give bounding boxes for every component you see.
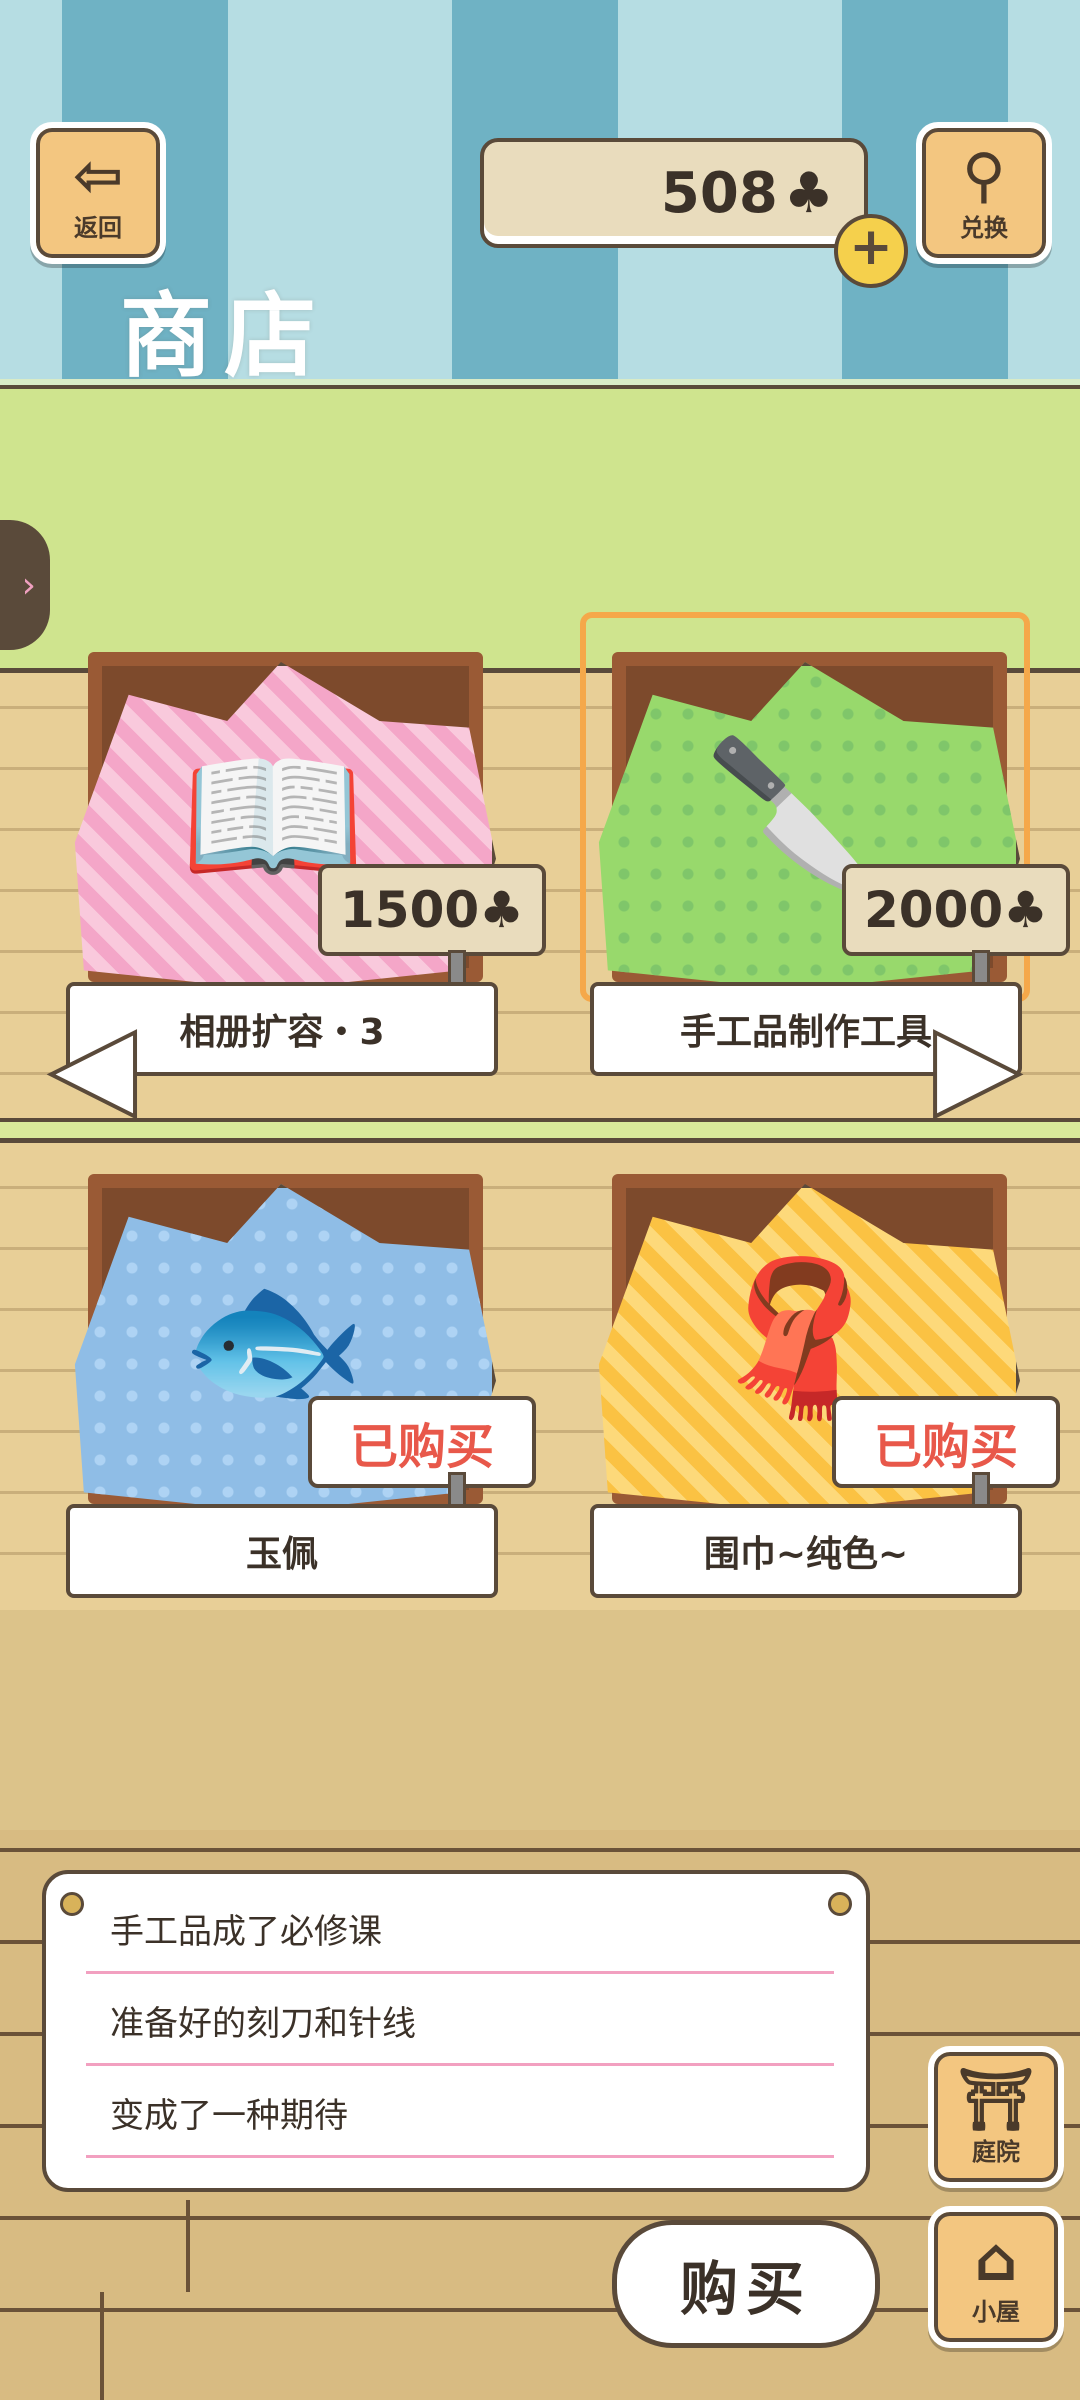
price-tag: 2000 ♣ [842, 864, 1070, 956]
clover-icon: ♣ [783, 160, 834, 226]
next-page-button[interactable]: ▶ [933, 995, 1022, 1135]
page-title: 商店 [120, 283, 329, 390]
buy-button[interactable]: 购买 [612, 2220, 880, 2348]
description-line: 手工品成了必修课 [86, 1886, 834, 1974]
price-tag: 1500 ♣ [318, 864, 546, 956]
shop-item[interactable]: 🧣 已购买 围巾~纯色~ [572, 1164, 1060, 1604]
yard-button[interactable]: ⛩ 庭院 [928, 2046, 1064, 2188]
price-value: 1500 [340, 881, 480, 939]
house-button[interactable]: ⌂ 小屋 [928, 2206, 1064, 2348]
bought-tag: 已购买 [832, 1396, 1060, 1488]
bought-tag: 已购买 [308, 1396, 536, 1488]
house-icon: ⌂ [974, 2224, 1018, 2295]
clover-icon: ♣ [1003, 881, 1048, 939]
clover-balance: 508 ♣ [480, 138, 868, 248]
back-button[interactable]: ⇦ 返回 [30, 122, 166, 264]
yard-label: 庭院 [972, 2137, 1020, 2166]
chevron-right-icon: › [21, 564, 36, 606]
side-drawer-tab[interactable]: › [0, 520, 50, 650]
shop-item[interactable]: 🐟 已购买 玉佩 [48, 1164, 536, 1604]
yard-icon: ⛩ [957, 2064, 1035, 2135]
back-label: 返回 [74, 213, 122, 242]
description-line: 变成了一种期待 [86, 2070, 834, 2158]
clover-icon: ♣ [479, 881, 524, 939]
house-label: 小屋 [972, 2297, 1020, 2326]
clover-amount: 508 [660, 160, 778, 226]
pin-icon [60, 1892, 84, 1916]
plank-seam [100, 2292, 104, 2400]
plank-seam [186, 2200, 190, 2292]
triangle-right-icon: ▶ [933, 999, 1022, 1131]
add-clover-button[interactable]: + [834, 214, 908, 288]
magnifier-net-icon: ⚲ [962, 140, 1006, 211]
description-panel: 手工品成了必修课 准备好的刻刀和针线 变成了一种期待 [42, 1870, 870, 2192]
item-name: 玉佩 [66, 1504, 498, 1598]
exchange-label: 兑换 [960, 213, 1008, 242]
exchange-button[interactable]: ⚲ 兑换 [916, 122, 1052, 264]
arrow-left-icon: ⇦ [72, 140, 124, 211]
prev-page-button[interactable]: ◀ [49, 995, 138, 1135]
description-line: 准备好的刻刀和针线 [86, 1978, 834, 2066]
price-value: 2000 [864, 881, 1004, 939]
triangle-left-icon: ◀ [49, 999, 138, 1131]
item-name: 围巾~纯色~ [590, 1504, 1022, 1598]
